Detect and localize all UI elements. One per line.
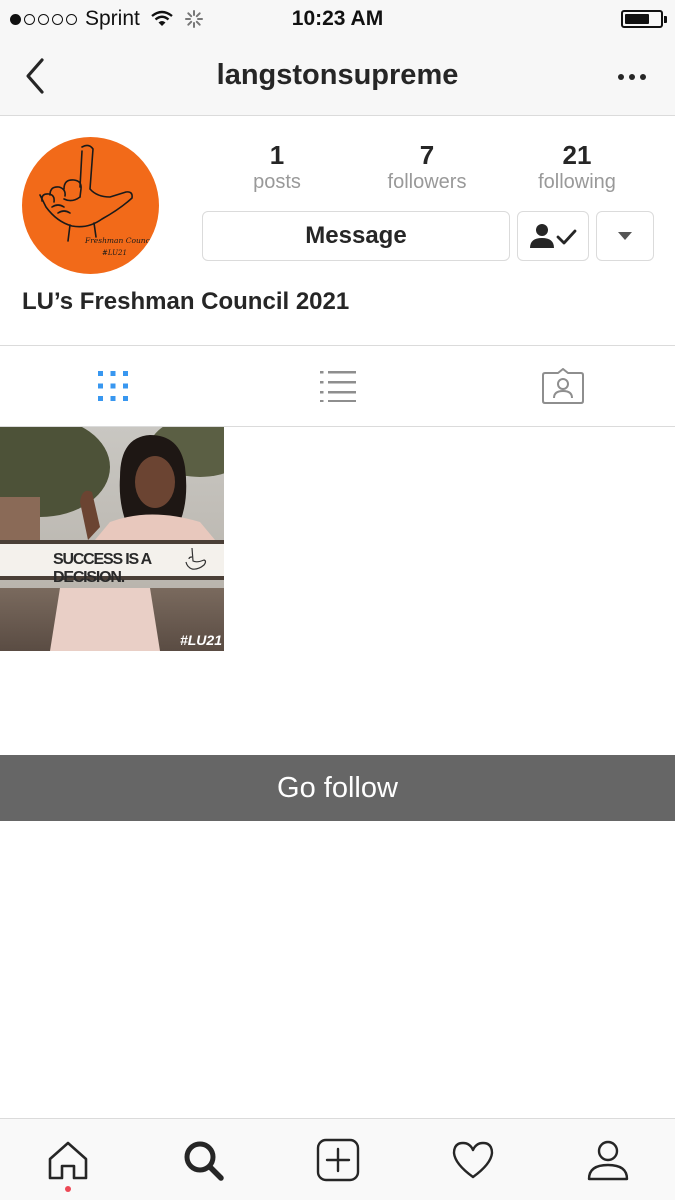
home-icon — [48, 1141, 87, 1179]
following-toggle-button[interactable] — [517, 211, 589, 261]
profile-header: langstonsupreme — [0, 38, 675, 116]
battery-level — [625, 14, 649, 24]
nav-activity[interactable] — [405, 1119, 540, 1200]
battery-icon — [621, 10, 667, 28]
following-label: following — [538, 171, 616, 193]
list-icon — [319, 371, 356, 402]
status-bar: Sprint 10:23 AM — [0, 0, 675, 38]
suggestions-dropdown-button[interactable] — [596, 211, 654, 261]
heart-icon — [452, 1141, 493, 1178]
tab-tagged[interactable] — [450, 346, 675, 426]
profile-icon — [587, 1140, 628, 1180]
tagged-icon — [541, 368, 584, 404]
nav-search[interactable] — [135, 1119, 270, 1200]
posts-count: 1 — [269, 140, 285, 170]
followers-stat[interactable]: 7 followers — [352, 140, 502, 194]
hand-l-sign-icon — [185, 547, 207, 570]
notification-dot — [64, 1186, 71, 1192]
profile-stats: 1 posts 7 followers 21 following — [202, 140, 652, 194]
post-thumbnail[interactable]: SUCCESS IS A DECISION. #LU21 — [0, 427, 224, 651]
nav-profile[interactable] — [540, 1119, 675, 1200]
status-time: 10:23 AM — [291, 7, 384, 30]
triangle-down-icon — [618, 232, 632, 240]
message-button[interactable]: Message — [202, 211, 510, 261]
go-follow-banner: Go follow — [0, 755, 675, 821]
avatar[interactable]: Freshman Council #LU21 — [22, 137, 159, 274]
page-title: langstonsupreme — [216, 59, 459, 91]
grid-icon — [97, 371, 128, 401]
add-icon — [316, 1138, 359, 1181]
nav-new-post[interactable] — [270, 1119, 405, 1200]
bottom-navigation — [0, 1118, 675, 1200]
more-options-button[interactable] — [617, 70, 647, 82]
tab-list[interactable] — [225, 346, 450, 426]
nav-home[interactable] — [0, 1119, 135, 1200]
post-caption-strip: SUCCESS IS A DECISION. — [0, 540, 224, 586]
profile-tabs — [0, 345, 675, 427]
avatar-text-line1: Freshman Council — [84, 236, 155, 245]
profile-display-name: LU’s Freshman Council 2021 — [22, 288, 350, 315]
search-icon — [184, 1141, 224, 1181]
avatar-text-line2: #LU21 — [102, 249, 127, 257]
following-count: 21 — [562, 140, 592, 170]
tab-grid[interactable] — [0, 346, 225, 426]
posts-label: posts — [253, 171, 301, 193]
hand-l-sign-logo: Freshman Council #LU21 — [39, 144, 155, 257]
person-check-icon — [530, 224, 577, 248]
post-hashtag: #LU21 — [179, 632, 222, 648]
post-photo — [0, 427, 224, 651]
followers-count: 7 — [419, 140, 435, 170]
posts-stat[interactable]: 1 posts — [202, 140, 352, 194]
ellipsis-icon — [618, 74, 646, 80]
following-stat[interactable]: 21 following — [502, 140, 652, 194]
followers-label: followers — [387, 171, 467, 193]
